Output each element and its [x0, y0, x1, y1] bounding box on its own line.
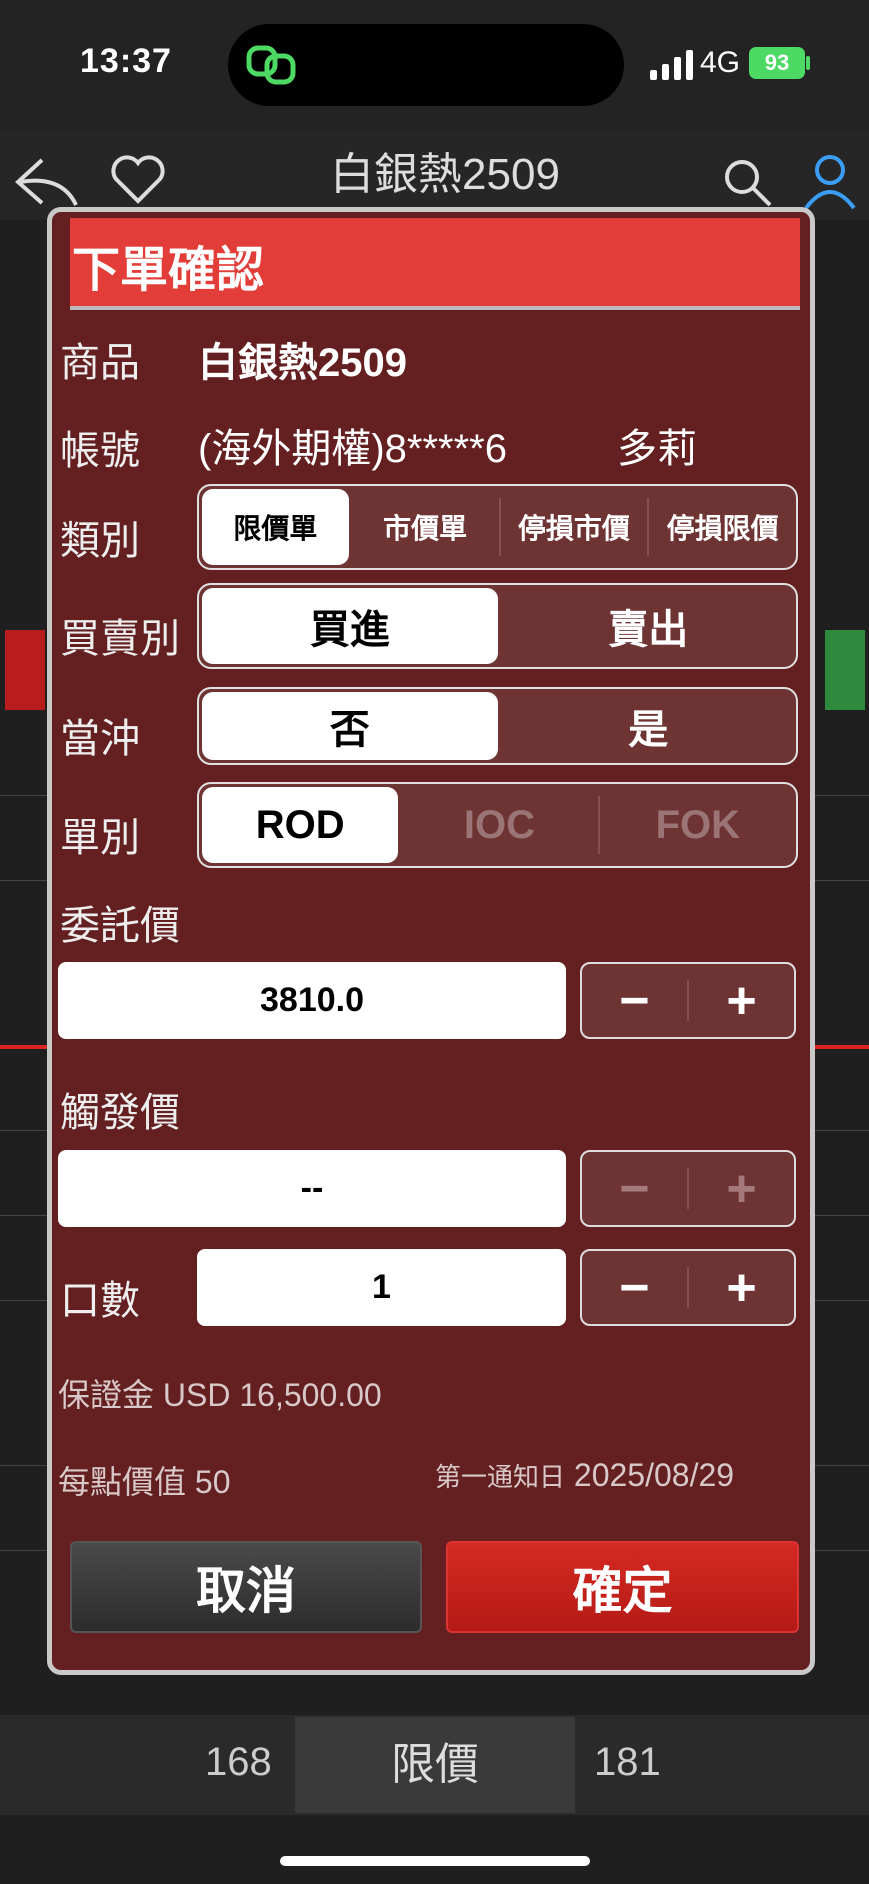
- trigger-stepper: − +: [580, 1150, 796, 1227]
- side-buy[interactable]: 買進: [202, 588, 498, 664]
- trigger-plus-button[interactable]: +: [689, 1152, 794, 1225]
- tif-segmented: ROD IOC FOK: [197, 782, 798, 868]
- margin-info: 保證金 USD 16,500.00: [58, 1370, 382, 1416]
- order-type-label: 類別: [60, 519, 140, 563]
- order-type-stop-limit[interactable]: 停損限價: [649, 486, 796, 568]
- battery-tip: [806, 56, 810, 70]
- home-indicator: [280, 1856, 590, 1866]
- order-type-stop-market[interactable]: 停損市價: [501, 486, 648, 568]
- link-icon: [246, 45, 296, 85]
- first-notice-label: 第一通知日: [435, 1462, 566, 1492]
- point-value-label: 每點價值: [58, 1464, 187, 1500]
- qty-input[interactable]: 1: [197, 1249, 566, 1326]
- background-buy-bar: [825, 630, 865, 710]
- bid-qty: 168: [205, 1740, 272, 1784]
- status-time: 13:37: [80, 42, 172, 80]
- point-value-value: 50: [194, 1464, 231, 1500]
- trigger-input[interactable]: --: [58, 1150, 566, 1227]
- signal-icon: [650, 50, 693, 80]
- first-notice-value: 2025/08/29: [573, 1457, 735, 1493]
- background-title: 白銀熱2509: [330, 150, 560, 199]
- limit-price-button[interactable]: 限價: [295, 1717, 575, 1813]
- tif-ioc[interactable]: IOC: [401, 784, 597, 866]
- day-trade-label: 當沖: [60, 717, 140, 761]
- account-label: 帳號: [60, 429, 140, 473]
- order-type-market[interactable]: 市價單: [352, 486, 499, 568]
- network-type: 4G: [700, 46, 741, 79]
- battery-icon: 93: [749, 47, 805, 79]
- price-stepper: − +: [580, 962, 796, 1039]
- margin-value: 16,500.00: [239, 1377, 382, 1413]
- trigger-minus-button[interactable]: −: [582, 1152, 687, 1225]
- qty-minus-button[interactable]: −: [582, 1251, 687, 1324]
- ask-qty: 181: [594, 1740, 661, 1784]
- margin-label: 保證金: [58, 1377, 155, 1413]
- product-label: 商品: [60, 341, 140, 385]
- price-label: 委託價: [60, 904, 180, 948]
- qty-plus-button[interactable]: +: [689, 1251, 794, 1324]
- tif-label: 單別: [60, 816, 140, 860]
- tif-fok[interactable]: FOK: [600, 784, 796, 866]
- day-trade-no[interactable]: 否: [202, 692, 498, 760]
- price-plus-button[interactable]: +: [689, 964, 794, 1037]
- background-sell-bar: [5, 630, 45, 710]
- price-input[interactable]: 3810.0: [58, 962, 566, 1039]
- order-type-segmented: 限價單 市價單 停損市價 停損限價: [197, 484, 798, 570]
- point-value-info: 每點價值 50: [58, 1457, 231, 1503]
- tif-rod[interactable]: ROD: [202, 787, 399, 863]
- day-trade-segmented: 否 是: [197, 687, 798, 765]
- side-label: 買賣別: [60, 617, 180, 661]
- qty-label: 口數: [60, 1279, 140, 1323]
- qty-stepper: − +: [580, 1249, 796, 1326]
- price-minus-button[interactable]: −: [582, 964, 687, 1037]
- first-notice-info: 第一通知日 2025/08/29: [435, 1457, 734, 1494]
- side-sell[interactable]: 賣出: [501, 585, 797, 667]
- heart-icon[interactable]: [110, 155, 166, 205]
- product-value: 白銀熱2509: [198, 341, 407, 385]
- back-icon[interactable]: [12, 155, 82, 210]
- cancel-button[interactable]: 取消: [70, 1541, 422, 1633]
- order-type-limit[interactable]: 限價單: [202, 489, 349, 565]
- account-name: 多莉: [617, 427, 697, 471]
- search-icon[interactable]: [720, 155, 775, 210]
- account-value: (海外期權)8*****6: [198, 427, 507, 471]
- day-trade-yes[interactable]: 是: [501, 689, 797, 763]
- side-segmented: 買進 賣出: [197, 583, 798, 669]
- dialog-title: 下單確認: [72, 244, 265, 297]
- confirm-button[interactable]: 確定: [446, 1541, 799, 1633]
- user-icon[interactable]: [800, 150, 860, 210]
- trigger-label: 觸發價: [60, 1091, 180, 1135]
- margin-currency: USD: [162, 1377, 231, 1413]
